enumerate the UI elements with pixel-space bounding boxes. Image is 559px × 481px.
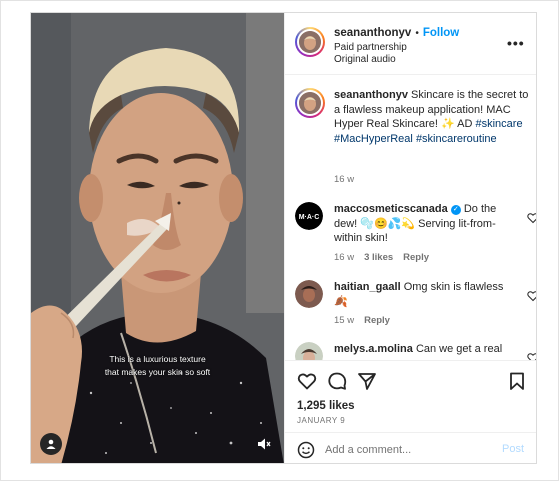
more-options-button[interactable]: ••• bbox=[507, 35, 525, 51]
comment-meta: 15 w Reply bbox=[334, 315, 390, 326]
comments-list: seananthonyv Skincare is the secret to a… bbox=[285, 76, 537, 360]
share-icon[interactable] bbox=[357, 371, 377, 391]
separator-dot: • bbox=[415, 27, 419, 39]
author-avatar-image bbox=[299, 31, 321, 53]
caption-meta: 16 w bbox=[334, 174, 354, 185]
comment-time[interactable]: 16 w bbox=[334, 252, 354, 263]
comment-icon[interactable] bbox=[327, 371, 347, 391]
post-video[interactable]: This is a luxurious texture that makes y… bbox=[31, 13, 284, 463]
comment-avatar-mac[interactable]: M·A·C bbox=[295, 202, 323, 230]
post-caption: seananthonyv Skincare is the secret to a… bbox=[295, 88, 535, 185]
post-date[interactable]: JANUARY 9 bbox=[297, 416, 345, 425]
author-username[interactable]: seananthonyv bbox=[334, 27, 411, 39]
comment-like-heart-icon[interactable] bbox=[527, 290, 537, 302]
post-card: This is a luxurious texture that makes y… bbox=[30, 12, 537, 464]
comment-reply-button[interactable]: Reply bbox=[403, 252, 429, 263]
add-comment-input[interactable] bbox=[325, 441, 485, 459]
comment-body: maccosmeticscanada ✓ Do the dew! 🫧😊💦💫 Se… bbox=[334, 202, 509, 246]
mute-icon bbox=[258, 438, 271, 450]
video-caption-line-2: that makes your skin so soft bbox=[104, 367, 211, 377]
comment-body: haitian_gaall Omg skin is flawless 🍂 bbox=[334, 280, 509, 309]
comment-item: M·A·C maccosmeticscanada ✓ Do the dew! 🫧… bbox=[295, 202, 537, 263]
caption-avatar-image bbox=[299, 92, 321, 114]
comment-likes[interactable]: 3 likes bbox=[364, 252, 393, 263]
comment-like-heart-icon[interactable] bbox=[527, 352, 537, 360]
save-icon[interactable] bbox=[507, 371, 527, 391]
caption-time[interactable]: 16 w bbox=[334, 174, 354, 185]
comment-meta: 16 w 3 likes Reply bbox=[334, 252, 429, 263]
comment-body: melys.a.molina Can we get a real bbox=[334, 342, 509, 357]
caption-username[interactable]: seananthonyv bbox=[334, 89, 408, 101]
post-header: seananthonyv • Follow Paid partnership O… bbox=[285, 13, 536, 75]
comment-reply-button[interactable]: Reply bbox=[364, 315, 390, 326]
user-tag-icon bbox=[46, 439, 56, 449]
user-tag-button[interactable] bbox=[40, 433, 62, 455]
comment-like-heart-icon[interactable] bbox=[527, 212, 537, 224]
original-audio-label[interactable]: Original audio bbox=[334, 54, 396, 65]
post-details-panel: seananthonyv • Follow Paid partnership O… bbox=[284, 13, 537, 463]
emoji-icon[interactable] bbox=[297, 441, 315, 459]
svg-text:M·A·C: M·A·C bbox=[299, 214, 320, 221]
comment-avatar-haitian[interactable] bbox=[295, 280, 323, 308]
author-avatar[interactable] bbox=[295, 27, 325, 57]
video-frame-illustration bbox=[31, 13, 284, 463]
more-icon: ••• bbox=[507, 35, 525, 51]
comment-avatar-melys[interactable] bbox=[295, 342, 323, 360]
paid-partnership-label[interactable]: Paid partnership bbox=[334, 42, 407, 53]
comment-text: Can we get a real bbox=[415, 343, 503, 355]
likes-count[interactable]: 1,295 likes bbox=[297, 400, 355, 412]
comment-time[interactable]: 15 w bbox=[334, 315, 354, 326]
caption-text-block: seananthonyv Skincare is the secret to a… bbox=[334, 88, 529, 146]
video-caption-line-1: This is a luxurious texture bbox=[109, 354, 206, 364]
mute-button[interactable] bbox=[253, 433, 275, 455]
add-comment-row: Post bbox=[285, 432, 536, 463]
post-actions-section: 1,295 likes JANUARY 9 Post bbox=[285, 360, 536, 463]
caption-author-avatar[interactable] bbox=[295, 88, 325, 118]
follow-button[interactable]: Follow bbox=[423, 27, 459, 39]
comment-username[interactable]: melys.a.molina bbox=[334, 343, 413, 355]
verified-badge-icon: ✓ bbox=[450, 205, 461, 215]
comment-item: haitian_gaall Omg skin is flawless 🍂 15 … bbox=[295, 280, 537, 330]
comment-username[interactable]: haitian_gaall bbox=[334, 281, 401, 293]
hashtag-skincare[interactable]: #skincare bbox=[475, 118, 522, 130]
comment-username[interactable]: maccosmeticscanada bbox=[334, 203, 448, 215]
author-line: seananthonyv • Follow bbox=[334, 27, 459, 39]
hashtag-machyperreal[interactable]: #MacHyperReal bbox=[334, 133, 413, 145]
comment-item: melys.a.molina Can we get a real bbox=[295, 342, 537, 360]
post-comment-button[interactable]: Post bbox=[502, 443, 524, 455]
hashtag-skincareroutine[interactable]: #skincareroutine bbox=[416, 133, 497, 145]
video-caption: This is a luxurious texture that makes y… bbox=[31, 353, 284, 379]
heart-icon[interactable] bbox=[297, 371, 317, 391]
